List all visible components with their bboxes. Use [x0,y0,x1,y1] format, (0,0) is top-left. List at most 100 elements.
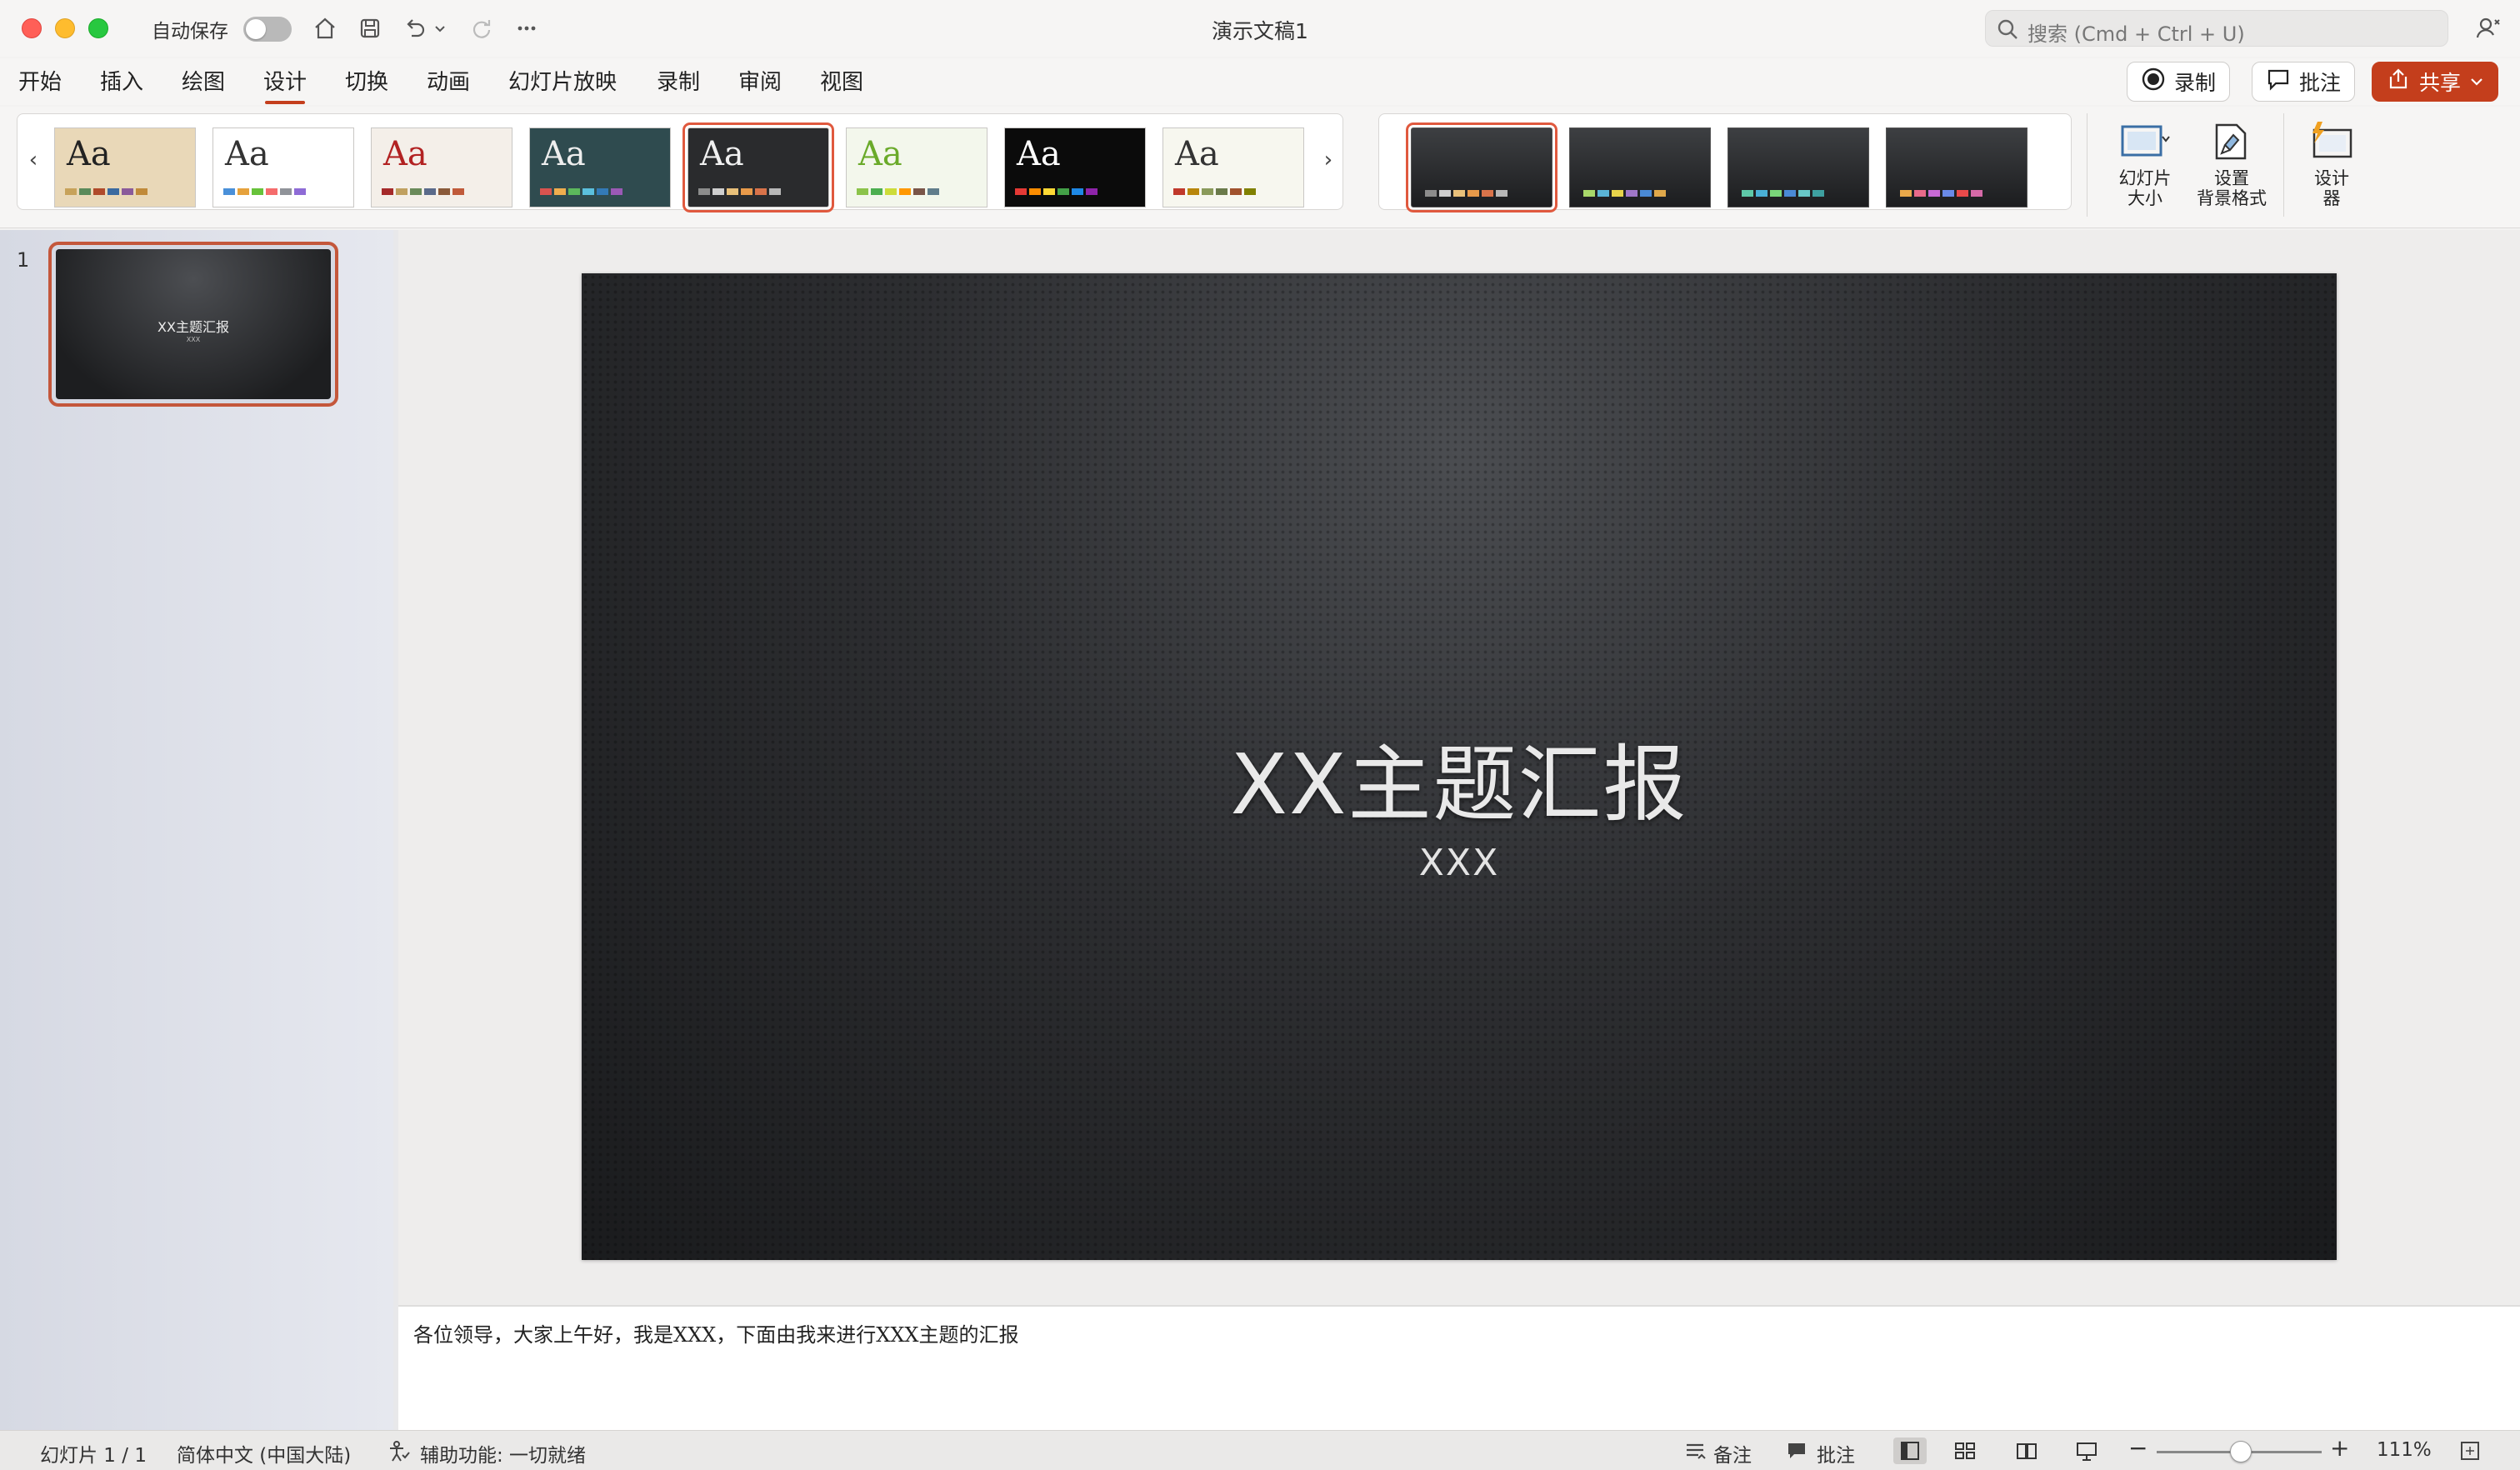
color-swatch [438,188,450,195]
slide-sorter-icon[interactable] [1952,1438,1978,1464]
slide-editor: XX主题汇报 XXX [398,230,2520,1305]
notes-button[interactable]: 备注 [1713,1439,1752,1468]
slides-panel: 1 XX主题汇报 XXX [0,230,393,1430]
save-icon[interactable] [353,12,387,45]
theme-color-swatches [698,188,781,195]
tab-review[interactable]: 审阅 [738,65,782,104]
color-swatch [79,188,91,195]
close-window-button[interactable] [22,18,42,38]
color-swatch [1230,188,1242,195]
zoom-in-icon[interactable]: + [2330,1434,2349,1462]
color-swatch [1928,190,1940,197]
theme-sample-text: Aa [67,135,111,173]
variant-color-swatches [1900,190,1982,197]
designer-button[interactable]: 设计 器 [2293,120,2370,208]
color-swatch [899,188,911,195]
color-swatch [727,188,738,195]
color-swatch [252,188,263,195]
notes-text[interactable]: 各位领导，大家上午好，我是XXX，下面由我来进行XXX主题的汇报 [413,1318,1019,1348]
tab-animations[interactable]: 动画 [427,65,470,104]
theme-color-swatches [65,188,148,195]
account-icon[interactable] [2472,12,2505,45]
zoom-level[interactable]: 111% [2377,1439,2432,1461]
color-swatch [712,188,724,195]
theme-thumbnail[interactable]: Aa [529,128,671,208]
format-background-label-2: 背景格式 [2197,188,2267,208]
color-swatch [741,188,752,195]
theme-thumbnail[interactable]: Aa [371,128,512,208]
undo-icon[interactable] [398,12,432,45]
tab-insert[interactable]: 插入 [100,65,143,104]
zoom-slider-handle[interactable] [2230,1441,2252,1462]
slide-size-button[interactable]: 幻灯片 大小 [2102,120,2188,208]
fit-to-window-icon[interactable] [2457,1438,2483,1464]
theme-sample-text: Aa [1017,135,1061,173]
home-icon[interactable] [308,12,342,45]
theme-sample-text: Aa [225,135,269,173]
share-button[interactable]: 共享 [2372,62,2499,102]
slide-thumbnail[interactable]: XX主题汇报 XXX [48,242,338,407]
redo-icon[interactable] [465,12,498,45]
notes-pane[interactable]: 各位领导，大家上午好，我是XXX，下面由我来进行XXX主题的汇报 [398,1305,2520,1430]
color-swatch [1756,190,1768,197]
color-swatch [1216,188,1228,195]
tab-record[interactable]: 录制 [657,65,700,104]
more-options-icon[interactable] [510,12,543,45]
autosave-toggle[interactable] [243,17,292,42]
variant-thumbnail[interactable] [1406,122,1558,212]
notes-icon[interactable] [1682,1438,1708,1464]
gallery-prev-chevron-left-icon[interactable]: ‹ [21,148,46,172]
undo-dropdown-chevron-down-icon[interactable] [430,12,450,45]
comments-button[interactable]: 批注 [1817,1439,1855,1468]
slide-canvas[interactable]: XX主题汇报 XXX [582,273,2337,1260]
theme-color-swatches [223,188,306,195]
accessibility-icon[interactable] [385,1438,412,1464]
theme-thumbnail[interactable]: Aa [54,128,196,208]
tab-design[interactable]: 设计 [263,65,307,104]
color-swatch [857,188,868,195]
variant-thumbnail[interactable] [1886,128,2028,208]
theme-sample-text: Aa [383,135,428,173]
slide-size-icon [2121,125,2170,157]
accessibility-status[interactable]: 辅助功能: 一切就绪 [420,1439,586,1468]
comments-button[interactable]: 批注 [2252,62,2356,102]
slide-subtitle[interactable]: XXX [582,842,2337,884]
search-placeholder: 搜索 (Cmd + Ctrl + U) [2028,22,2245,46]
tab-home[interactable]: 开始 [18,65,62,104]
color-swatch [1598,190,1609,197]
language-status[interactable]: 简体中文 (中国大陆) [177,1439,351,1468]
theme-thumbnail[interactable]: Aa [1162,128,1304,208]
theme-thumbnail[interactable]: Aa [1004,128,1146,208]
presenter-view-icon[interactable] [2073,1438,2100,1464]
theme-thumbnail[interactable]: Aa [846,128,988,208]
theme-color-swatches [1173,188,1256,195]
comment-icon[interactable] [1783,1438,1810,1464]
slide-title[interactable]: XX主题汇报 [582,717,2337,838]
format-background-button[interactable]: 设置 背景格式 [2190,120,2273,208]
slide-counter: 幻灯片 1 / 1 [40,1445,147,1467]
normal-view-icon[interactable] [1893,1438,1927,1464]
color-swatch [1496,190,1508,197]
comment-icon [2266,67,2291,97]
tab-transitions[interactable]: 切换 [345,65,388,104]
color-swatch [540,188,552,195]
tab-draw[interactable]: 绘图 [182,65,225,104]
zoom-window-button[interactable] [88,18,108,38]
theme-thumbnail[interactable]: Aa [212,128,354,208]
variant-thumbnail[interactable] [1569,128,1711,208]
tab-view[interactable]: 视图 [820,65,863,104]
record-button[interactable]: 录制 [2127,62,2231,102]
color-swatch [1957,190,1968,197]
color-swatch [65,188,77,195]
variant-thumbnail[interactable] [1728,128,1869,208]
color-swatch [1425,190,1437,197]
zoom-out-icon[interactable]: − [2128,1434,2148,1462]
reading-view-icon[interactable] [2013,1438,2040,1464]
color-swatch [582,188,594,195]
tab-slideshow[interactable]: 幻灯片放映 [508,65,617,104]
theme-thumbnail[interactable]: Aa [682,122,834,212]
gallery-next-chevron-right-icon[interactable]: › [1316,148,1341,172]
search-input[interactable]: 搜索 (Cmd + Ctrl + U) [1985,10,2448,47]
minimize-window-button[interactable] [55,18,75,38]
color-swatch [1770,190,1782,197]
